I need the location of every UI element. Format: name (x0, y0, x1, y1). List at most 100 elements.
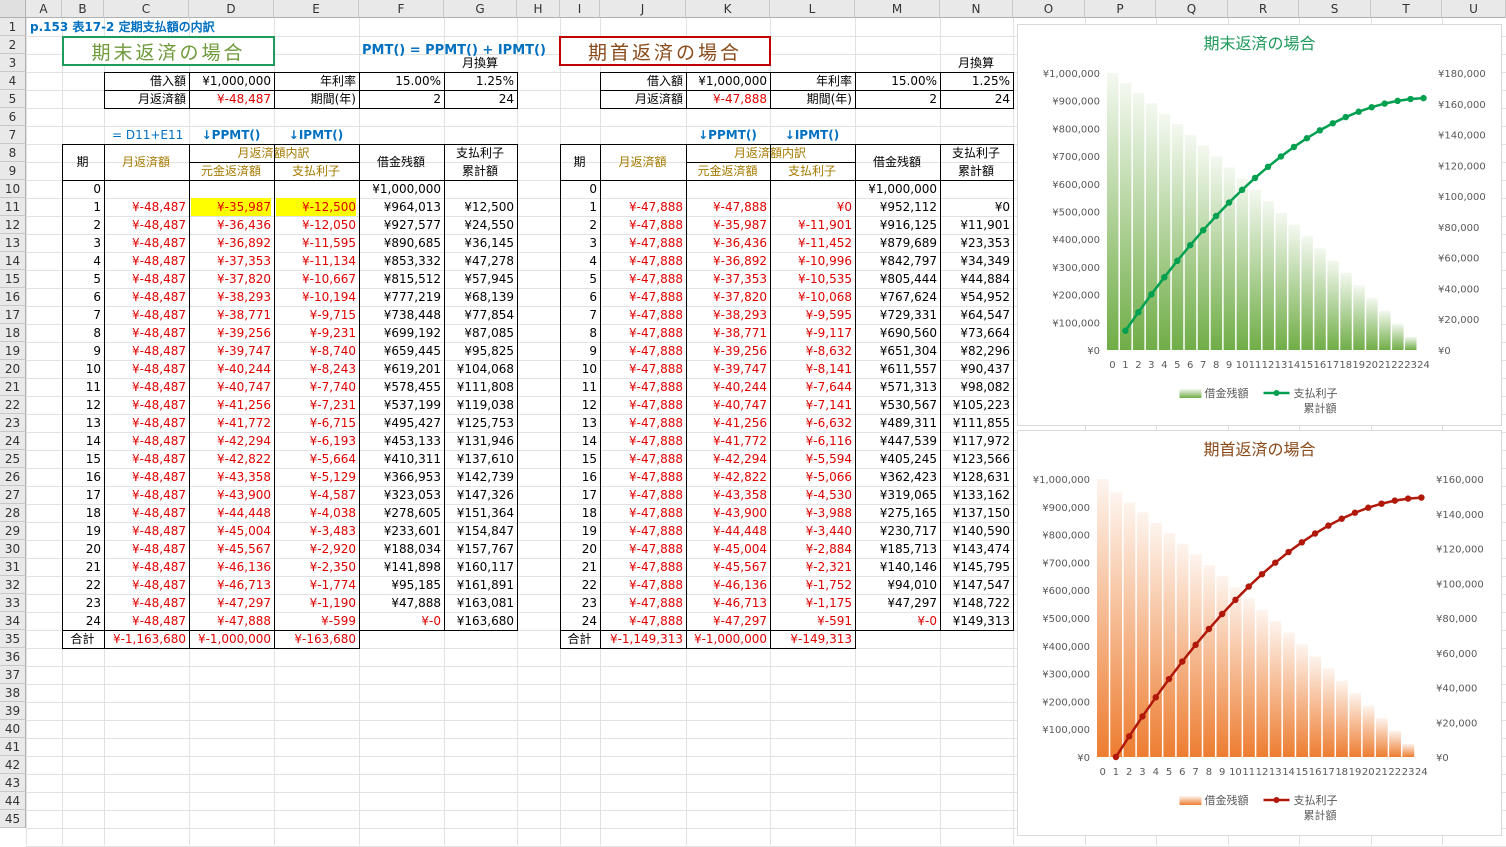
cell-cumulative-interest[interactable]: ¥104,068 (446, 360, 514, 378)
cell-principal[interactable]: ¥-42,822 (688, 468, 767, 486)
cell-cumulative-interest[interactable]: ¥95,825 (446, 342, 514, 360)
cell-monthly-payment[interactable]: ¥-48,487 (106, 522, 186, 540)
header-interest[interactable]: 支払利子 (772, 162, 852, 180)
cell-monthly-payment[interactable]: ¥-48,487 (106, 324, 186, 342)
cell-period[interactable]: 20 (562, 540, 597, 558)
cell-cumulative-interest[interactable]: ¥145,795 (942, 558, 1010, 576)
cell-principal[interactable]: ¥-42,294 (191, 432, 271, 450)
column-header[interactable]: D (189, 0, 274, 18)
cell-principal[interactable]: ¥-38,771 (688, 324, 767, 342)
cell-balance[interactable]: ¥738,448 (361, 306, 441, 324)
cell-interest[interactable]: ¥-11,901 (772, 216, 852, 234)
column-header[interactable]: G (444, 0, 517, 18)
point-cumulative-interest[interactable] (1205, 625, 1213, 633)
cell-principal[interactable]: ¥-40,747 (688, 396, 767, 414)
cell-monthly-payment[interactable]: ¥-48,487 (106, 234, 186, 252)
cell-balance[interactable]: ¥47,297 (857, 594, 937, 612)
cell-principal[interactable]: ¥-36,892 (191, 234, 271, 252)
column-header[interactable]: E (274, 0, 359, 18)
header-principal[interactable]: 元金返済額 (191, 162, 271, 180)
cell-monthly-payment[interactable]: ¥-47,888 (602, 342, 683, 360)
cell-monthly-payment[interactable]: ¥-47,888 (602, 576, 683, 594)
cell-monthly-payment[interactable]: ¥-47,888 (602, 486, 683, 504)
cell-principal[interactable]: ¥-44,448 (688, 522, 767, 540)
cell-interest[interactable]: ¥-8,740 (276, 342, 356, 360)
cell-balance[interactable]: ¥927,577 (361, 216, 441, 234)
row-header[interactable]: 23 (0, 414, 26, 432)
cell-cumulative-interest[interactable]: ¥147,326 (446, 486, 514, 504)
point-cumulative-interest[interactable] (1238, 186, 1246, 194)
cell-balance[interactable]: ¥690,560 (857, 324, 937, 342)
cell-balance[interactable]: ¥729,331 (857, 306, 937, 324)
cell-principal[interactable]: ¥-39,256 (191, 324, 271, 342)
cell-cumulative-interest[interactable]: ¥147,547 (942, 576, 1010, 594)
bar-balance[interactable] (1349, 692, 1362, 757)
point-cumulative-interest[interactable] (1381, 100, 1388, 107)
bar-balance[interactable] (1296, 644, 1308, 757)
cell-balance[interactable]: ¥578,455 (361, 378, 441, 396)
header-period[interactable]: 期 (562, 144, 597, 180)
cell-monthly-payment[interactable]: ¥-48,487 (106, 450, 186, 468)
cell-principal[interactable]: ¥-36,892 (688, 252, 767, 270)
row-header[interactable]: 24 (0, 432, 26, 450)
bar-balance[interactable] (1171, 124, 1184, 350)
cell-monthly-payment[interactable]: ¥-48,487 (106, 468, 186, 486)
cell-balance[interactable]: ¥278,605 (361, 504, 441, 522)
point-cumulative-interest[interactable] (1245, 583, 1252, 590)
cell-principal[interactable]: ¥-45,004 (688, 540, 767, 558)
cell-balance[interactable]: ¥537,199 (361, 396, 441, 414)
cell-period[interactable]: 9 (64, 342, 101, 360)
cell-principal[interactable]: ¥-45,567 (688, 558, 767, 576)
cell-monthly-payment[interactable]: ¥-47,888 (602, 198, 683, 216)
point-cumulative-interest[interactable] (1258, 570, 1266, 578)
value-period-months[interactable]: 24 (942, 90, 1010, 108)
cell-interest[interactable]: ¥-7,231 (276, 396, 356, 414)
cell-period[interactable]: 1 (562, 198, 597, 216)
point-cumulative-interest[interactable] (1355, 108, 1362, 115)
cell-total-interest[interactable]: ¥-149,313 (772, 630, 852, 648)
cell-period[interactable]: 14 (562, 432, 597, 450)
cell-balance[interactable]: ¥767,624 (857, 288, 937, 306)
value-monthly-payment[interactable]: ¥-47,888 (688, 90, 767, 108)
value-period-months[interactable]: 24 (446, 90, 514, 108)
cell-period[interactable]: 18 (64, 504, 101, 522)
note-ipmt[interactable]: ↓IPMT() (772, 126, 852, 144)
cell-principal[interactable]: ¥-46,136 (688, 576, 767, 594)
point-cumulative-interest[interactable] (1329, 120, 1336, 127)
cell-interest[interactable]: ¥-8,243 (276, 360, 356, 378)
value-rate[interactable]: 15.00% (857, 72, 937, 90)
point-cumulative-interest[interactable] (1139, 713, 1146, 720)
cell-monthly-payment[interactable]: ¥-48,487 (106, 342, 186, 360)
cell-cumulative-interest[interactable]: ¥117,972 (942, 432, 1010, 450)
cell-cumulative-interest[interactable]: ¥111,855 (942, 414, 1010, 432)
row-header[interactable]: 43 (0, 774, 26, 792)
cell-monthly-payment[interactable]: ¥-48,487 (106, 252, 186, 270)
cell-principal[interactable]: ¥-47,888 (191, 612, 271, 630)
cell-balance[interactable]: ¥699,192 (361, 324, 441, 342)
cell-interest[interactable]: ¥-6,632 (772, 414, 852, 432)
point-cumulative-interest[interactable] (1311, 530, 1319, 537)
cell-balance[interactable]: ¥47,888 (361, 594, 441, 612)
cell-interest[interactable]: ¥-1,774 (276, 576, 356, 594)
select-all-corner[interactable] (0, 0, 26, 18)
cell-monthly-payment[interactable]: ¥-47,888 (602, 252, 683, 270)
note-ppmt[interactable]: ↓PPMT() (191, 126, 271, 144)
cell-principal[interactable]: ¥-46,713 (688, 594, 767, 612)
cell-principal[interactable]: ¥-47,297 (688, 612, 767, 630)
row-header[interactable]: 42 (0, 756, 26, 774)
cell-principal[interactable]: ¥-46,136 (191, 558, 271, 576)
cell-cumulative-interest[interactable]: ¥154,847 (446, 522, 514, 540)
bar-balance[interactable] (1158, 113, 1171, 350)
cell-cumulative-interest[interactable]: ¥44,884 (942, 270, 1010, 288)
row-header[interactable]: 16 (0, 288, 26, 306)
row-header[interactable]: 45 (0, 810, 26, 828)
cell-monthly-payment[interactable]: ¥-48,487 (106, 540, 186, 558)
header-monthly-payment[interactable]: 月返済額 (106, 144, 186, 180)
cell-principal[interactable]: ¥-45,567 (191, 540, 271, 558)
cell-interest[interactable]: ¥-11,595 (276, 234, 356, 252)
cell-cumulative-interest[interactable]: ¥133,162 (942, 486, 1010, 504)
cell-monthly-payment[interactable]: ¥-47,888 (602, 288, 683, 306)
bar-balance[interactable] (1163, 533, 1176, 757)
row-header[interactable]: 13 (0, 234, 26, 252)
cell-period[interactable]: 7 (64, 306, 101, 324)
